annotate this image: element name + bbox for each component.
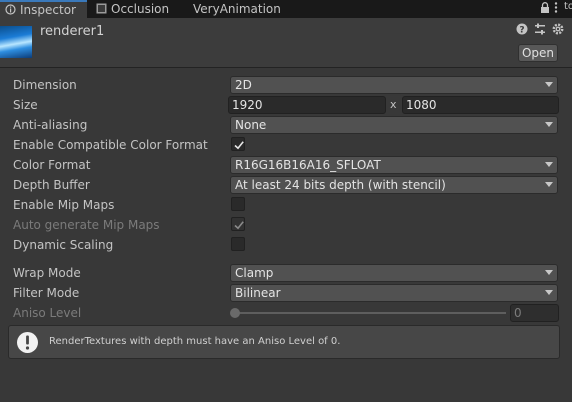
- dropdown-arrow-icon: [545, 82, 553, 87]
- wrap-mode-dropdown[interactable]: Clamp: [230, 264, 558, 282]
- anti-aliasing-value: None: [235, 118, 267, 132]
- tab-veryanimation-label: VeryAnimation: [193, 2, 281, 16]
- dynamic-scaling-checkbox[interactable]: [231, 237, 245, 251]
- row-wrap-mode: Wrap Mode Clamp: [0, 263, 572, 283]
- aniso-level-slider-thumb: [230, 308, 240, 318]
- size-label: Size: [13, 98, 38, 112]
- aniso-level-slider: [236, 312, 506, 314]
- exclamation-icon: [16, 331, 39, 354]
- help-icon[interactable]: ?: [516, 23, 528, 36]
- row-depth-buffer: Depth Buffer At least 24 bits depth (wit…: [0, 175, 572, 195]
- open-button[interactable]: Open: [518, 44, 558, 62]
- wrap-mode-value: Clamp: [235, 266, 274, 280]
- row-dynamic-scaling: Dynamic Scaling: [0, 235, 572, 255]
- aniso-level-label: Aniso Level: [13, 306, 82, 320]
- color-format-value: R16G16B16A16_SFLOAT: [235, 158, 381, 172]
- row-mip-maps: Enable Mip Maps: [0, 195, 572, 215]
- filter-mode-label: Filter Mode: [13, 286, 80, 300]
- row-size: Size 1920 x 1080: [0, 95, 572, 115]
- dropdown-arrow-icon: [545, 162, 553, 167]
- mip-maps-checkbox[interactable]: [231, 197, 245, 211]
- depth-buffer-dropdown[interactable]: At least 24 bits depth (with stencil): [230, 176, 558, 194]
- settings-gear-icon[interactable]: [552, 23, 564, 35]
- info-icon: [5, 3, 16, 15]
- filter-mode-dropdown[interactable]: Bilinear: [230, 284, 558, 302]
- compatible-color-checkbox[interactable]: [231, 137, 245, 151]
- size-width-field[interactable]: 1920: [228, 96, 386, 114]
- dimension-value: 2D: [235, 78, 252, 92]
- row-compatible-color-format: Enable Compatible Color Format: [0, 135, 572, 155]
- presets-icon[interactable]: [534, 23, 546, 35]
- row-color-format: Color Format R16G16B16A16_SFLOAT: [0, 155, 572, 175]
- checkmark-icon: [234, 141, 244, 150]
- row-aniso-level: Aniso Level 0: [0, 303, 572, 323]
- checkmark-icon: [234, 221, 244, 230]
- color-format-label: Color Format: [13, 158, 91, 172]
- row-dimension: Dimension 2D: [0, 75, 572, 95]
- dropdown-arrow-icon: [545, 290, 553, 295]
- size-separator: x: [390, 98, 397, 111]
- tab-bar: Inspector Occlusion VeryAnimation to: [0, 0, 572, 18]
- object-name: renderer1: [40, 24, 105, 39]
- depth-buffer-value: At least 24 bits depth (with stencil): [235, 178, 446, 192]
- header-icons: ?: [516, 23, 564, 36]
- tab-inspector-label: Inspector: [20, 3, 76, 17]
- row-auto-mip-maps: Auto generate Mip Maps: [0, 215, 572, 235]
- wrap-mode-label: Wrap Mode: [13, 266, 81, 280]
- aniso-level-field: 0: [510, 304, 559, 322]
- lock-icon[interactable]: [540, 2, 550, 16]
- row-filter-mode: Filter Mode Bilinear: [0, 283, 572, 303]
- edge-text: to: [563, 1, 572, 12]
- dimension-dropdown[interactable]: 2D: [230, 76, 558, 94]
- anti-aliasing-label: Anti-aliasing: [13, 118, 88, 132]
- render-texture-thumbnail: [0, 26, 32, 58]
- depth-buffer-label: Depth Buffer: [13, 178, 90, 192]
- more-menu-icon[interactable]: [554, 2, 558, 16]
- anti-aliasing-dropdown[interactable]: None: [230, 116, 558, 134]
- tab-inspector[interactable]: Inspector: [0, 0, 87, 18]
- occlusion-icon: [96, 1, 107, 14]
- auto-mip-maps-label: Auto generate Mip Maps: [13, 218, 160, 232]
- dropdown-arrow-icon: [545, 270, 553, 275]
- color-format-dropdown[interactable]: R16G16B16A16_SFLOAT: [230, 156, 558, 174]
- dimension-label: Dimension: [13, 78, 77, 92]
- dynamic-scaling-label: Dynamic Scaling: [13, 238, 114, 252]
- tab-bar-controls: [536, 0, 558, 18]
- inspector-header: renderer1 ? Open: [0, 18, 572, 68]
- tab-occlusion-label: Occlusion: [111, 2, 170, 16]
- compatible-color-label: Enable Compatible Color Format: [13, 138, 208, 152]
- row-anti-aliasing: Anti-aliasing None: [0, 115, 572, 135]
- filter-mode-value: Bilinear: [235, 286, 281, 300]
- help-box: RenderTextures with depth must have an A…: [8, 325, 560, 359]
- tab-veryanimation[interactable]: VeryAnimation: [193, 0, 281, 18]
- mip-maps-label: Enable Mip Maps: [13, 198, 115, 212]
- dropdown-arrow-icon: [545, 182, 553, 187]
- size-height-field[interactable]: 1080: [402, 96, 559, 114]
- auto-mip-maps-checkbox: [231, 217, 245, 231]
- dropdown-arrow-icon: [545, 122, 553, 127]
- svg-text:?: ?: [519, 26, 524, 36]
- help-message: RenderTextures with depth must have an A…: [49, 336, 341, 347]
- tab-occlusion[interactable]: Occlusion: [96, 0, 169, 18]
